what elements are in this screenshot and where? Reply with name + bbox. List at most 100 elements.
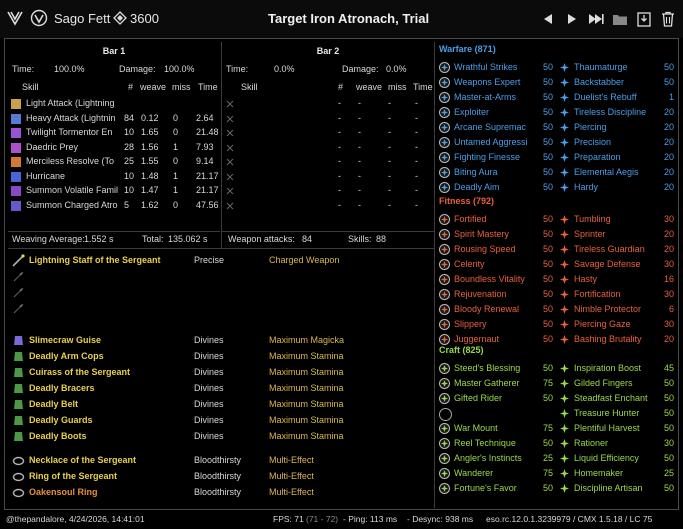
cp-star[interactable]: Exploiter 50 bbox=[437, 106, 557, 120]
slotted-star-icon bbox=[439, 62, 450, 73]
skill-skill: Light Attack (Lightning bbox=[26, 98, 115, 108]
cp-star[interactable]: Elemental Aegis 20 bbox=[557, 166, 677, 180]
cp-star-value: 20 bbox=[663, 244, 674, 254]
cp-star-name: Weapons Expert bbox=[454, 77, 521, 87]
cp-star[interactable]: Liquid Efficiency 50 bbox=[557, 452, 677, 466]
skill-miss: 0 bbox=[173, 199, 179, 210]
col-miss: miss bbox=[388, 82, 407, 92]
cp-star[interactable]: Steadfast Enchant 50 bbox=[557, 392, 677, 406]
slotted-star-icon bbox=[439, 319, 450, 330]
cp-star[interactable]: Nimble Protector 6 bbox=[557, 303, 677, 317]
slotted-star-icon bbox=[439, 214, 450, 225]
cp-star-value: 75 bbox=[542, 468, 553, 478]
skill-count: - bbox=[338, 199, 341, 210]
cp-star-value: 16 bbox=[663, 274, 674, 284]
cp-star[interactable]: Wanderer 75 bbox=[437, 467, 557, 481]
cp-star[interactable]: Slippery 50 bbox=[437, 318, 557, 332]
cp-star[interactable]: Piercing 20 bbox=[557, 121, 677, 135]
cp-star[interactable]: Bashing Brutality 20 bbox=[557, 333, 677, 347]
cp-star[interactable]: Master-at-Arms 50 bbox=[437, 91, 557, 105]
cp-star[interactable]: Master Gatherer 75 bbox=[437, 377, 557, 391]
cp-star[interactable]: Deadly Aim 50 bbox=[437, 181, 557, 195]
cp-star[interactable]: Fighting Finesse 50 bbox=[437, 151, 557, 165]
cp-star[interactable]: Biting Aura 50 bbox=[437, 166, 557, 180]
cp-star[interactable]: Celerity 50 bbox=[437, 258, 557, 272]
cp-star-value: 30 bbox=[663, 214, 674, 224]
cp-star[interactable]: Sprinter 20 bbox=[557, 228, 677, 242]
cp-star[interactable]: Fortified 50 bbox=[437, 213, 557, 227]
cp-star[interactable]: Tumbling 30 bbox=[557, 213, 677, 227]
total-label: Total: bbox=[142, 234, 164, 244]
next-fight-button[interactable] bbox=[563, 10, 581, 28]
previous-fight-button[interactable] bbox=[539, 10, 557, 28]
cp-star-value: 50 bbox=[542, 107, 553, 117]
cp-star-name: Biting Aura bbox=[454, 167, 498, 177]
cp-star[interactable]: Spirit Mastery 50 bbox=[437, 228, 557, 242]
cp-star[interactable]: Rejuvenation 50 bbox=[437, 288, 557, 302]
cp-star[interactable]: Gilded Fingers 50 bbox=[557, 377, 677, 391]
cp-star[interactable]: Thaumaturge 50 bbox=[557, 61, 677, 75]
gear-row bbox=[8, 302, 434, 316]
cp-star[interactable]: Preparation 20 bbox=[557, 151, 677, 165]
gear-row: Deadly Boots Divines Maximum Stamina bbox=[8, 430, 434, 444]
cp-star-value: 25 bbox=[663, 468, 674, 478]
slotted-star-icon bbox=[439, 167, 450, 178]
cp-star[interactable]: Inspiration Boost 45 bbox=[557, 362, 677, 376]
gear-row: Deadly Arm Cops Divines Maximum Stamina bbox=[8, 350, 434, 364]
cp-star[interactable]: Backstabber 50 bbox=[557, 76, 677, 90]
cp-star[interactable]: Bloody Renewal 50 bbox=[437, 303, 557, 317]
cp-star-value: 50 bbox=[542, 304, 553, 314]
last-fight-button[interactable] bbox=[587, 10, 605, 28]
skill-row: Daedric Prey 28 1.56 1 7.93 bbox=[8, 141, 220, 156]
cp-star-value: 50 bbox=[542, 363, 553, 373]
skill-weave: 1.48 bbox=[141, 170, 159, 181]
export-button[interactable] bbox=[635, 10, 653, 28]
cp-star[interactable]: War Mount 75 bbox=[437, 422, 557, 436]
cp-star[interactable]: Discipline Artisan 50 bbox=[557, 482, 677, 496]
cp-star[interactable]: Savage Defense 30 bbox=[557, 258, 677, 272]
save-fight-button[interactable] bbox=[611, 10, 629, 28]
cp-star-name: Hardy bbox=[574, 182, 599, 192]
cp-star[interactable]: Gifted Rider 50 bbox=[437, 392, 557, 406]
col-weave: weave bbox=[140, 82, 167, 92]
star-icon bbox=[559, 62, 570, 73]
skill-time: 47.56 bbox=[196, 199, 219, 210]
cp-star[interactable]: Weapons Expert 50 bbox=[437, 76, 557, 90]
star-icon bbox=[559, 408, 570, 419]
cp-star[interactable]: Hardy 20 bbox=[557, 181, 677, 195]
cp-star[interactable]: Piercing Gaze 30 bbox=[557, 318, 677, 332]
cp-star-name: Bashing Brutality bbox=[574, 334, 642, 344]
gear-enchant: Maximum Stamina bbox=[269, 431, 344, 441]
gear-row: Slimecraw Guise Divines Maximum Magicka bbox=[8, 334, 434, 348]
cp-star-name: Homemaker bbox=[574, 468, 624, 478]
cp-star[interactable]: Fortune's Favor 50 bbox=[437, 482, 557, 496]
cp-star[interactable]: Tireless Guardian 20 bbox=[557, 243, 677, 257]
cp-star[interactable]: Rousing Speed 50 bbox=[437, 243, 557, 257]
cp-star[interactable]: Fortification 30 bbox=[557, 288, 677, 302]
cp-star[interactable]: Rationer 30 bbox=[557, 437, 677, 451]
delete-fight-button[interactable] bbox=[659, 10, 677, 28]
cp-star[interactable]: Untamed Aggressi 50 bbox=[437, 136, 557, 150]
cp-star[interactable]: Treasure Hunter 50 bbox=[557, 407, 677, 421]
cp-star[interactable] bbox=[437, 407, 557, 421]
cp-star[interactable]: Arcane Supremac 50 bbox=[437, 121, 557, 135]
cp-star[interactable]: Duelist's Rebuff 1 bbox=[557, 91, 677, 105]
skill-icon bbox=[11, 200, 21, 211]
cp-star[interactable]: Reel Technique 50 bbox=[437, 437, 557, 451]
cp-star[interactable]: Steed's Blessing 50 bbox=[437, 362, 557, 376]
skill-miss: - bbox=[388, 141, 391, 152]
cp-star[interactable]: Homemaker 25 bbox=[557, 467, 677, 481]
cp-star-value: 50 bbox=[542, 259, 553, 269]
cp-star[interactable]: Precision 20 bbox=[557, 136, 677, 150]
cp-star[interactable]: Hasty 16 bbox=[557, 273, 677, 287]
cp-star[interactable]: Tireless Discipline 20 bbox=[557, 106, 677, 120]
cp-star[interactable]: Angler's Instincts 25 bbox=[437, 452, 557, 466]
slotted-star-icon bbox=[439, 304, 450, 315]
cp-star[interactable]: Wrathful Strikes 50 bbox=[437, 61, 557, 75]
cp-star[interactable]: Plentiful Harvest 50 bbox=[557, 422, 677, 436]
gear-enchant: Maximum Magicka bbox=[269, 335, 345, 345]
cp-star[interactable]: Boundless Vitality 50 bbox=[437, 273, 557, 287]
gear-row: Cuirass of the Sergeant Divines Maximum St… bbox=[8, 366, 434, 380]
trash-icon bbox=[662, 11, 674, 27]
skill-weave: - bbox=[358, 170, 361, 181]
